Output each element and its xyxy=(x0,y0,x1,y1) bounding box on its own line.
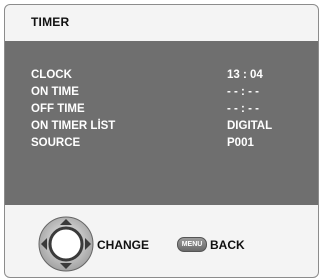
setting-value: - - : - - xyxy=(227,86,259,98)
setting-row-on-timer-list[interactable]: ON TIMER LİST DIGITAL xyxy=(31,120,291,136)
setting-row-clock[interactable]: CLOCK 13 : 04 xyxy=(31,69,291,85)
setting-value: DIGITAL xyxy=(227,120,273,132)
menu-title: TIMER xyxy=(31,15,70,29)
timer-menu-window: TIMER CLOCK 13 : 04 ON TIME - - : - - OF… xyxy=(4,4,319,278)
setting-label: CLOCK xyxy=(31,69,72,81)
setting-label: SOURCE xyxy=(31,137,81,149)
settings-panel: CLOCK 13 : 04 ON TIME - - : - - OFF TIME… xyxy=(5,41,318,205)
change-hint-label: CHANGE xyxy=(97,238,150,252)
setting-value: 13 : 04 xyxy=(227,69,263,81)
setting-label: ON TIMER LİST xyxy=(31,120,116,132)
setting-row-off-time[interactable]: OFF TIME - - : - - xyxy=(31,103,291,119)
setting-label: ON TIME xyxy=(31,86,79,98)
footer-hints: CHANGE MENU BACK xyxy=(5,205,318,277)
menu-key-icon[interactable]: MENU xyxy=(177,237,207,252)
four-way-navigation-icon[interactable] xyxy=(37,215,95,273)
setting-row-source[interactable]: SOURCE P001 xyxy=(31,137,291,153)
setting-label: OFF TIME xyxy=(31,103,85,115)
back-hint-label: BACK xyxy=(210,238,245,252)
setting-value: P001 xyxy=(227,137,254,149)
setting-value: - - : - - xyxy=(227,103,259,115)
setting-row-on-time[interactable]: ON TIME - - : - - xyxy=(31,86,291,102)
